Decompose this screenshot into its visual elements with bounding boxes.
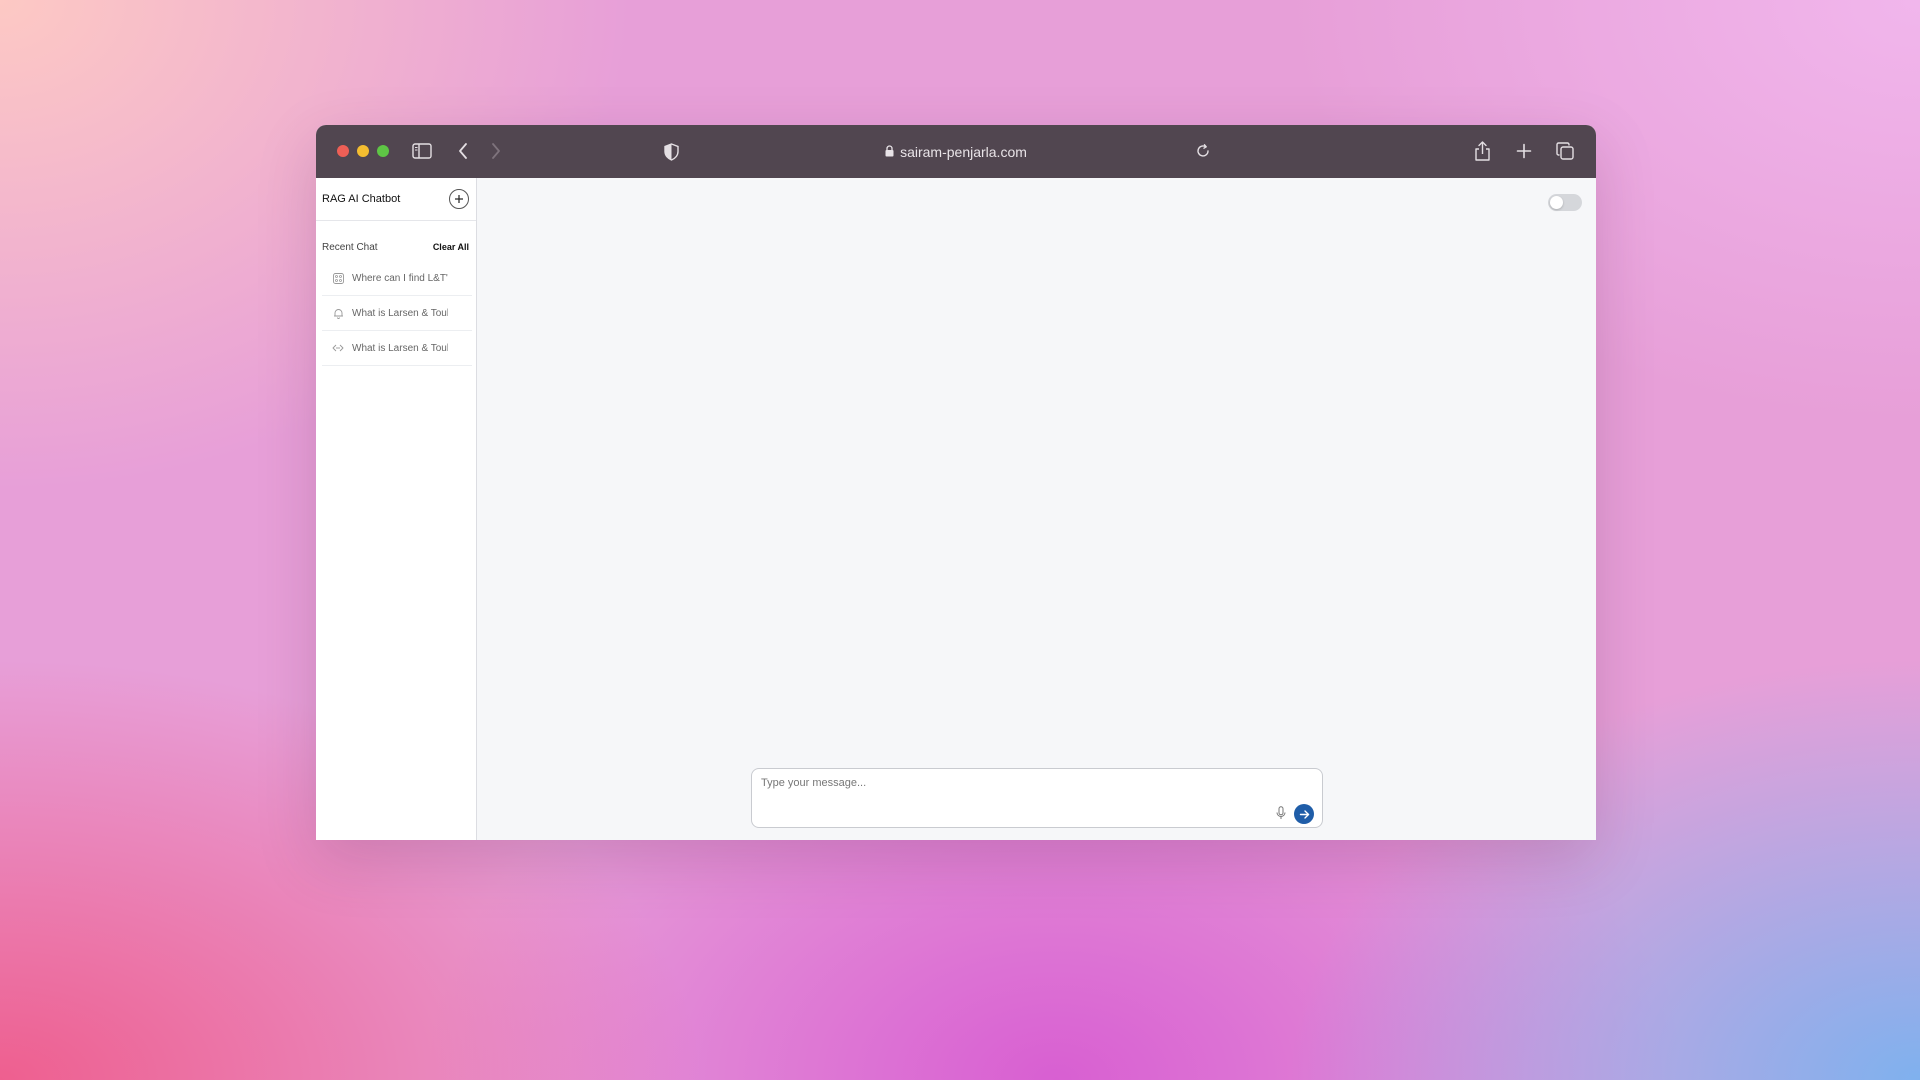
microphone-icon [1276, 806, 1286, 819]
toggle-knob [1550, 196, 1563, 209]
chat-bubble-icon [332, 272, 344, 284]
chat-main-area [477, 178, 1596, 840]
recent-chat-header: Recent Chat Clear All [316, 239, 476, 255]
app-title: RAG AI Chatbot [322, 193, 401, 205]
zoom-window-button[interactable] [377, 145, 389, 157]
microphone-button[interactable] [1274, 805, 1288, 821]
message-composer [751, 768, 1323, 828]
recent-chat-label: Recent Chat [322, 241, 378, 253]
forward-icon[interactable] [489, 141, 503, 161]
clear-all-button[interactable]: Clear All [433, 242, 469, 252]
recent-chat-item[interactable]: What is Larsen & Toubro [322, 331, 472, 366]
bell-icon [332, 307, 344, 319]
share-icon[interactable] [1474, 140, 1490, 162]
send-button[interactable] [1294, 804, 1314, 824]
recent-chat-item[interactable]: Where can I find L&T's [322, 261, 472, 296]
new-chat-button[interactable] [449, 189, 469, 209]
privacy-shield-icon[interactable] [663, 142, 679, 161]
address-field[interactable]: sairam-penjarla.com [885, 144, 1027, 160]
reload-icon[interactable] [1195, 143, 1211, 159]
message-input[interactable] [761, 777, 1262, 797]
recent-chat-title: What is Larsen & Toubro [352, 307, 448, 319]
arrow-right-icon [1299, 809, 1309, 819]
lock-icon [885, 144, 894, 160]
theme-toggle[interactable] [1548, 194, 1582, 211]
sidebar-toggle-icon[interactable] [412, 142, 432, 160]
recent-chat-title: Where can I find L&T's [352, 272, 448, 284]
browser-toolbar: sairam-penjarla.com [316, 125, 1596, 178]
plus-icon [455, 195, 463, 203]
code-icon [332, 342, 344, 354]
new-tab-icon[interactable] [1515, 142, 1533, 160]
recent-chat-title: What is Larsen & Toubro [352, 342, 448, 354]
browser-window: sairam-penjarla.com RAG AI Chatbot Recen [316, 125, 1596, 840]
url-text: sairam-penjarla.com [900, 143, 1027, 160]
close-window-button[interactable] [337, 145, 349, 157]
minimize-window-button[interactable] [357, 145, 369, 157]
tab-overview-icon[interactable] [1555, 141, 1575, 161]
back-icon[interactable] [456, 141, 470, 161]
recent-chat-item[interactable]: What is Larsen & Toubro [322, 296, 472, 331]
address-bar: sairam-penjarla.com [316, 125, 1596, 178]
recent-chat-list: Where can I find L&T's What is Larsen & … [316, 261, 476, 366]
chat-sidebar: RAG AI Chatbot Recent Chat Clear All Whe… [316, 178, 477, 840]
page-content: RAG AI Chatbot Recent Chat Clear All Whe… [316, 178, 1596, 840]
sidebar-header: RAG AI Chatbot [316, 178, 476, 221]
